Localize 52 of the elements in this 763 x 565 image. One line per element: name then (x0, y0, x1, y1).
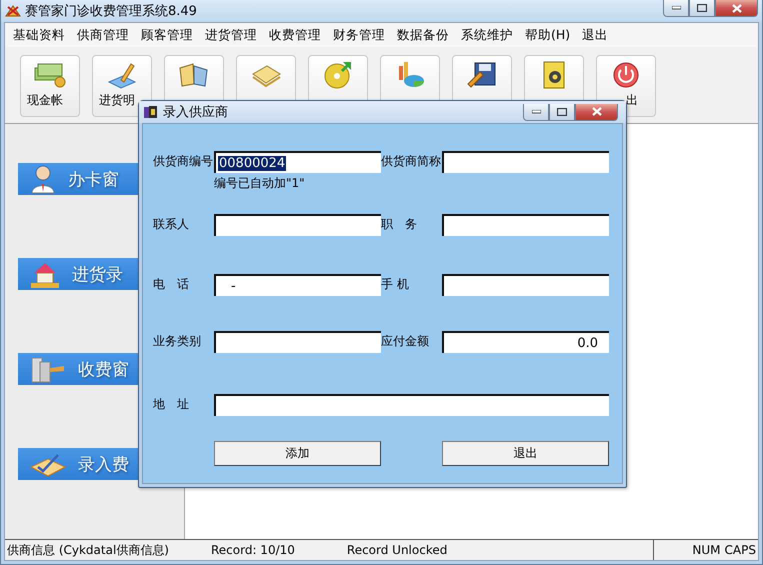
maximize-icon (697, 4, 707, 12)
input-field[interactable] (442, 274, 609, 296)
field-label: 职 务 (381, 216, 418, 233)
input-field[interactable] (214, 394, 609, 416)
dialog-title: 录入供应商 (163, 104, 229, 121)
toolbar-button[interactable]: 进货明 (92, 55, 152, 117)
minimize-button[interactable] (663, 0, 689, 17)
app-logo-icon (5, 4, 21, 18)
field-label: 供货商简称 (381, 153, 442, 170)
maximize-button[interactable] (689, 0, 715, 17)
menu-item[interactable]: 财务管理 (329, 26, 389, 44)
input-field[interactable]: - (214, 274, 381, 296)
field-label: 手 机 (381, 276, 410, 293)
status-indicator: CAPS (724, 543, 757, 557)
toolbar-button[interactable]: 现金帐 (20, 55, 80, 117)
menu-item[interactable]: 基础资料 (9, 26, 69, 44)
minimize-icon (672, 6, 680, 10)
menu-item[interactable]: 收费管理 (265, 26, 325, 44)
maximize-button[interactable] (549, 104, 575, 120)
close-icon (592, 107, 602, 116)
input-field[interactable] (442, 214, 609, 236)
input-field[interactable] (214, 214, 381, 236)
menu-item[interactable]: 退出 (578, 26, 612, 44)
menu-item[interactable]: 供商管理 (73, 26, 133, 44)
hint-text: 编号已自动加"1" (214, 175, 306, 192)
close-button[interactable] (715, 0, 758, 17)
minimize-icon (532, 110, 540, 114)
field-label: 应付金额 (381, 333, 430, 350)
app-icon (143, 105, 159, 119)
minimize-button[interactable] (523, 104, 549, 120)
menu-item[interactable]: 数据备份 (393, 26, 453, 44)
input-field[interactable] (442, 151, 609, 173)
menu-item[interactable]: 帮助(H) (521, 26, 574, 44)
field-label: 地 址 (153, 396, 190, 413)
field-label: 业务类别 (153, 333, 202, 350)
status-text: Record Unlocked (346, 543, 448, 557)
dialog-button[interactable]: 添加 (214, 441, 381, 466)
menu-item[interactable]: 进货管理 (201, 26, 261, 44)
window-title: 赛管家门诊收费管理系统8.49 (25, 3, 198, 20)
dialog-button[interactable]: 退出 (442, 441, 609, 466)
input-field[interactable]: 00800024 (214, 151, 381, 173)
menu-item[interactable]: 顾客管理 (137, 26, 197, 44)
status-indicator: NUM (691, 543, 722, 557)
input-field[interactable] (214, 331, 381, 353)
input-field[interactable]: 0.0 (442, 331, 609, 353)
status-text: Record: 10/10 (210, 543, 296, 557)
field-label: 联系人 (153, 216, 190, 233)
close-icon (732, 4, 742, 12)
menu-item[interactable]: 系统维护 (457, 26, 517, 44)
maximize-icon (557, 108, 567, 116)
status-text: 供商信息 (Cykdatal供商信息) (6, 542, 170, 558)
close-button[interactable] (575, 104, 618, 120)
